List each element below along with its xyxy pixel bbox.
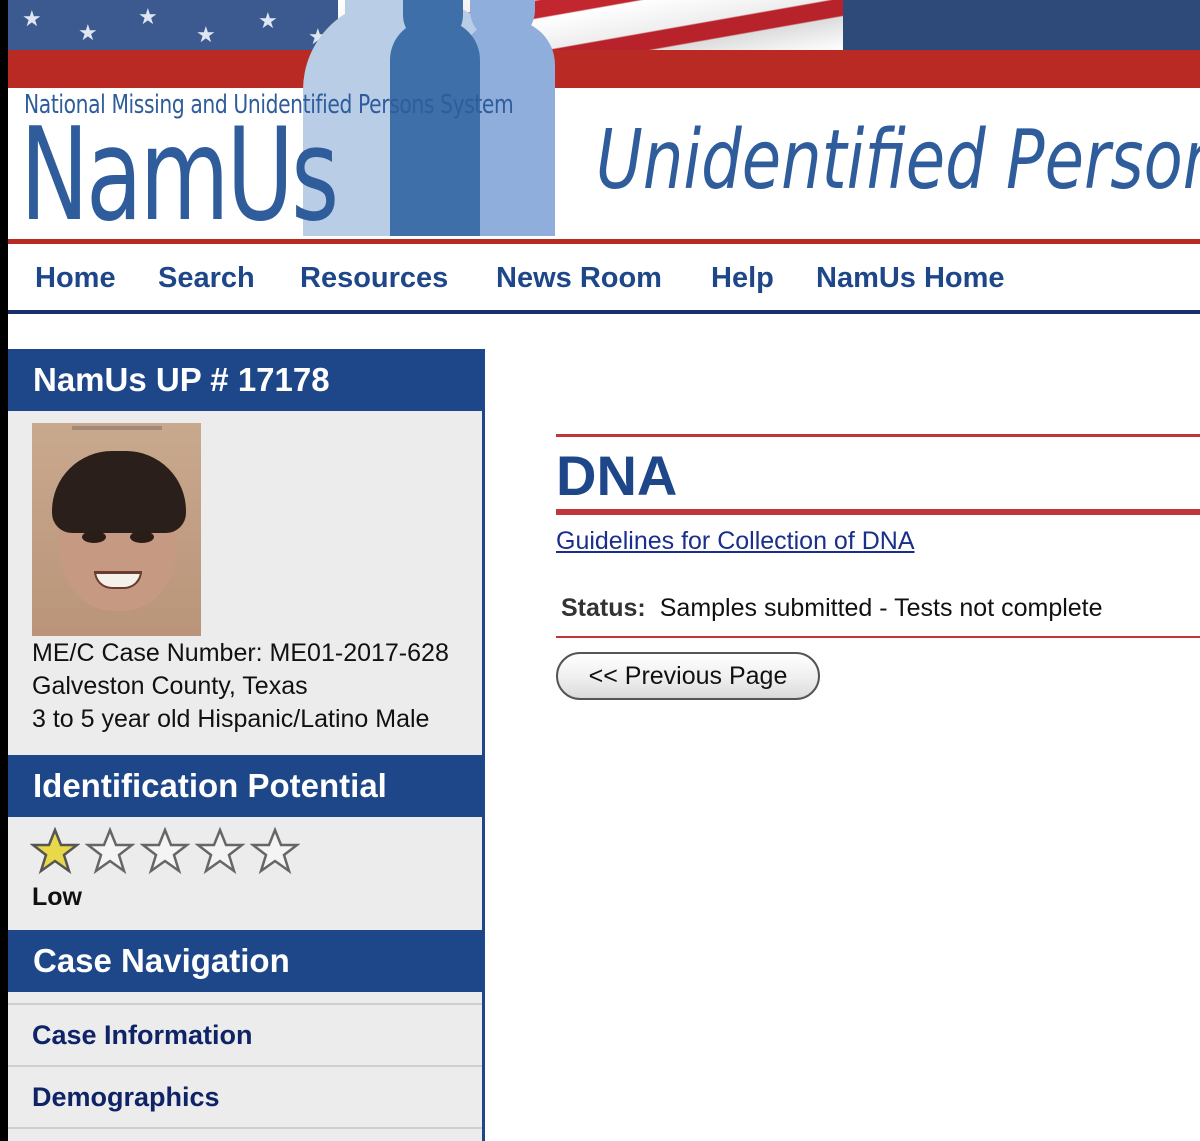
- hair: [52, 451, 186, 533]
- case-nav-next-item[interactable]: [8, 1127, 482, 1141]
- nav-news-room[interactable]: News Room: [496, 262, 662, 295]
- case-navigation-heading: Case Navigation: [8, 930, 482, 992]
- page-title: DNA: [556, 444, 678, 507]
- star-empty-icon: [250, 827, 300, 875]
- star-empty-icon: [195, 827, 245, 875]
- nav-namus-home[interactable]: NamUs Home: [816, 262, 1005, 295]
- case-photo[interactable]: [32, 423, 201, 636]
- left-eye: [82, 531, 106, 543]
- nav-help[interactable]: Help: [711, 262, 774, 295]
- status-label: Status:: [561, 594, 646, 622]
- top-nav: Home Search Resources News Room Help Nam…: [8, 248, 1200, 314]
- previous-page-button[interactable]: << Previous Page: [556, 652, 820, 700]
- case-location: Galveston County, Texas: [32, 672, 308, 700]
- dna-guidelines-link[interactable]: Guidelines for Collection of DNA: [556, 527, 915, 556]
- nav-resources[interactable]: Resources: [300, 262, 448, 295]
- case-details: ME/C Case Number: ME01-2017-628 Galvesto…: [32, 637, 449, 736]
- identification-potential-heading: Identification Potential: [8, 755, 482, 817]
- flag-stars: ★ ★ ★ ★ ★ ★: [8, 0, 338, 50]
- nav-home[interactable]: Home: [35, 262, 116, 295]
- flag-blue-field: [843, 0, 1200, 50]
- status-value: Samples submitted - Tests not complete: [659, 594, 1103, 622]
- nav-search[interactable]: Search: [158, 262, 255, 295]
- section-heading: Unidentified Persons: [596, 113, 1200, 208]
- case-nav-case-information[interactable]: Case Information: [8, 1003, 482, 1065]
- main-content: DNA Guidelines for Collection of DNA Sta…: [556, 434, 1200, 700]
- case-nav-list: Case Information Demographics: [8, 1003, 482, 1141]
- rating-label: Low: [32, 883, 82, 911]
- site-banner: ★ ★ ★ ★ ★ ★ National Missing and Unidentifi…: [0, 0, 1200, 248]
- left-edge: [0, 0, 8, 1141]
- status-rule: [556, 636, 1200, 638]
- star-empty-icon: [85, 827, 135, 875]
- case-sidebar: NamUs UP # 17178 ME/C Case Number: ME01-…: [8, 349, 485, 1141]
- person-silhouette-dark: [390, 20, 480, 236]
- star-empty-icon: [140, 827, 190, 875]
- case-description: 3 to 5 year old Hispanic/Latino Male: [32, 705, 430, 733]
- case-heading: NamUs UP # 17178: [8, 349, 482, 411]
- star-filled-icon: [30, 827, 80, 875]
- rating-stars: [30, 827, 305, 882]
- banner-red-bar: [8, 50, 1200, 88]
- right-eye: [130, 531, 154, 543]
- photo-caption-line: [72, 426, 162, 430]
- mec-case-number: ME/C Case Number: ME01-2017-628: [32, 639, 449, 667]
- status-row: Status: Samples submitted - Tests not com…: [556, 594, 1200, 636]
- case-nav-demographics[interactable]: Demographics: [8, 1065, 482, 1127]
- namus-logo[interactable]: NamUs: [20, 112, 339, 240]
- title-bottom-rule: [556, 509, 1200, 515]
